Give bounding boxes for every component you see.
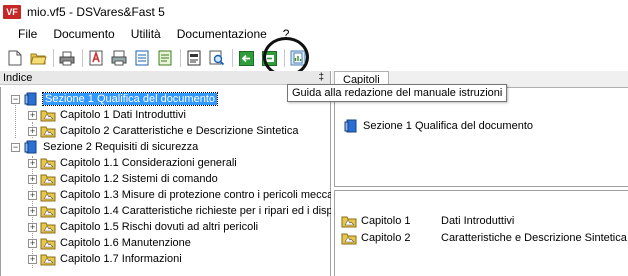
expand-toggle[interactable]: + [28,206,37,216]
open-folder-icon[interactable] [29,49,47,67]
pin-icon[interactable]: ‡ [318,72,324,84]
toolbar-separator [284,49,285,67]
tree-node-label: Capitolo 1.2 Sistemi di comando [60,173,218,185]
menu-file[interactable]: File [0,25,45,44]
chapter-title: Caratteristiche e Descrizione Sintetica [441,232,627,244]
collapse-toggle[interactable]: − [11,142,20,152]
section-title-row[interactable]: Sezione 1 Qualifica del documento [343,119,533,133]
panel-header: Indice ‡ [0,71,330,85]
chapter-number: Capitolo 2 [361,232,411,244]
export-icon[interactable] [185,49,203,67]
chapter-folder-icon [40,108,56,122]
chapter-title: Dati Introduttivi [441,215,515,227]
tree-node-chapter[interactable]: + Capitolo 1 Dati Introduttivi [28,107,186,123]
chapter-folder-icon [40,188,56,202]
chapter-folder-icon [40,204,56,218]
chapter-folder-icon [40,220,56,234]
window-title: mio.vf5 - DSVares&Fast 5 [27,5,165,19]
print-icon[interactable] [58,49,76,67]
menu-documento[interactable]: Documento [45,25,122,44]
expand-toggle[interactable]: + [28,254,37,264]
section-book-icon [343,119,359,133]
chapter-folder-icon [40,124,56,138]
tree-node-label: Capitolo 1.6 Manutenzione [60,237,191,249]
menu-help[interactable]: ? [275,25,298,44]
chapters-list: Capitolo 1 Dati Introduttivi Capitolo 2 … [334,190,628,276]
search-preview-icon[interactable] [208,49,226,67]
app-icon[interactable]: VF [3,5,21,19]
notes-icon[interactable] [156,49,174,67]
tree-node-section[interactable]: − Sezione 2 Requisiti di sicurezza [11,139,198,155]
tree-node-label: Capitolo 1.4 Caratteristiche richieste p… [60,205,331,217]
tree-node-label: Capitolo 1 Dati Introduttivi [60,109,186,121]
expand-toggle[interactable]: + [28,190,37,200]
chapter-folder-icon [40,236,56,250]
chapter-number: Capitolo 1 [361,215,411,227]
expand-toggle[interactable]: + [28,238,37,248]
manual-guide-icon[interactable] [289,49,307,67]
list-icon[interactable] [133,49,151,67]
tree-node-label: Sezione 1 Qualifica del documento [42,92,218,106]
tree-node-label: Capitolo 1.7 Informazioni [60,253,182,265]
new-document-icon[interactable] [6,49,24,67]
expand-toggle[interactable]: + [28,158,37,168]
pdf-icon[interactable] [87,49,105,67]
expand-toggle[interactable]: + [28,110,37,120]
menu-utilita[interactable]: Utilità [123,25,169,44]
tree-node-label: Sezione 2 Requisiti di sicurezza [43,141,199,153]
index-tree[interactable]: − Sezione 1 Qualifica del documento + Ca… [0,87,331,276]
expand-toggle[interactable]: + [28,174,37,184]
toolbar-separator [232,49,233,67]
tree-node-chapter[interactable]: + Capitolo 1.7 Informazioni [28,251,182,267]
chapter-folder-icon [40,172,56,186]
chapter-folder-icon [40,252,56,266]
tree-node-label: Capitolo 1.3 Misure di protezione contro… [60,189,331,201]
tree-node-chapter[interactable]: + Capitolo 1.6 Manutenzione [28,235,191,251]
tree-node-label: Capitolo 1.1 Considerazioni generali [60,157,237,169]
green-arrow-right-icon[interactable] [260,49,278,67]
chapter-row[interactable]: Capitolo 2 Caratteristiche e Descrizione… [341,230,627,246]
panel-title: Indice [3,72,33,84]
menu-documentazione[interactable]: Documentazione [169,25,275,44]
tree-node-chapter[interactable]: + Capitolo 1.2 Sistemi di comando [28,171,218,187]
expand-toggle[interactable]: + [28,126,37,136]
toolbar-separator [82,49,83,67]
section-title: Sezione 1 Qualifica del documento [363,120,533,132]
tree-node-chapter[interactable]: + Capitolo 1.3 Misure di protezione cont… [28,187,331,203]
chapter-row[interactable]: Capitolo 1 Dati Introduttivi [341,213,514,229]
expand-toggle[interactable]: + [28,222,37,232]
green-arrow-left-icon[interactable] [237,49,255,67]
collapse-toggle[interactable]: − [11,94,20,104]
section-book-icon [23,140,39,154]
chapter-folder-icon [341,214,357,228]
title-bar: VF mio.vf5 - DSVares&Fast 5 [0,0,628,24]
print-preview-icon[interactable] [110,49,128,67]
tree-node-label: Capitolo 2 Caratteristiche e Descrizione… [60,125,299,137]
toolbar [0,45,628,71]
toolbar-separator [53,49,54,67]
section-book-icon [23,92,39,106]
tree-node-chapter[interactable]: + Capitolo 1.1 Considerazioni generali [28,155,237,171]
tree-node-chapter[interactable]: + Capitolo 1.5 Rischi dovuti ad altri pe… [28,219,258,235]
tooltip: Guida alla redazione del manuale istruzi… [287,84,508,102]
tree-node-chapter[interactable]: + Capitolo 1.4 Caratteristiche richieste… [28,203,331,219]
menu-bar: File Documento Utilità Documentazione ? [0,25,628,44]
tree-node-label: Capitolo 1.5 Rischi dovuti ad altri peri… [60,221,259,233]
section-detail-pane: Sezione 1 Qualifica del documento [334,89,628,187]
toolbar-separator [180,49,181,67]
tree-node-section[interactable]: − Sezione 1 Qualifica del documento [11,91,218,107]
chapter-folder-icon [40,156,56,170]
chapter-folder-icon [341,231,357,245]
tree-node-chapter[interactable]: + Capitolo 2 Caratteristiche e Descrizio… [28,123,298,139]
index-panel: Indice ‡ − Sezione 1 Qualifica del docum… [0,71,331,276]
